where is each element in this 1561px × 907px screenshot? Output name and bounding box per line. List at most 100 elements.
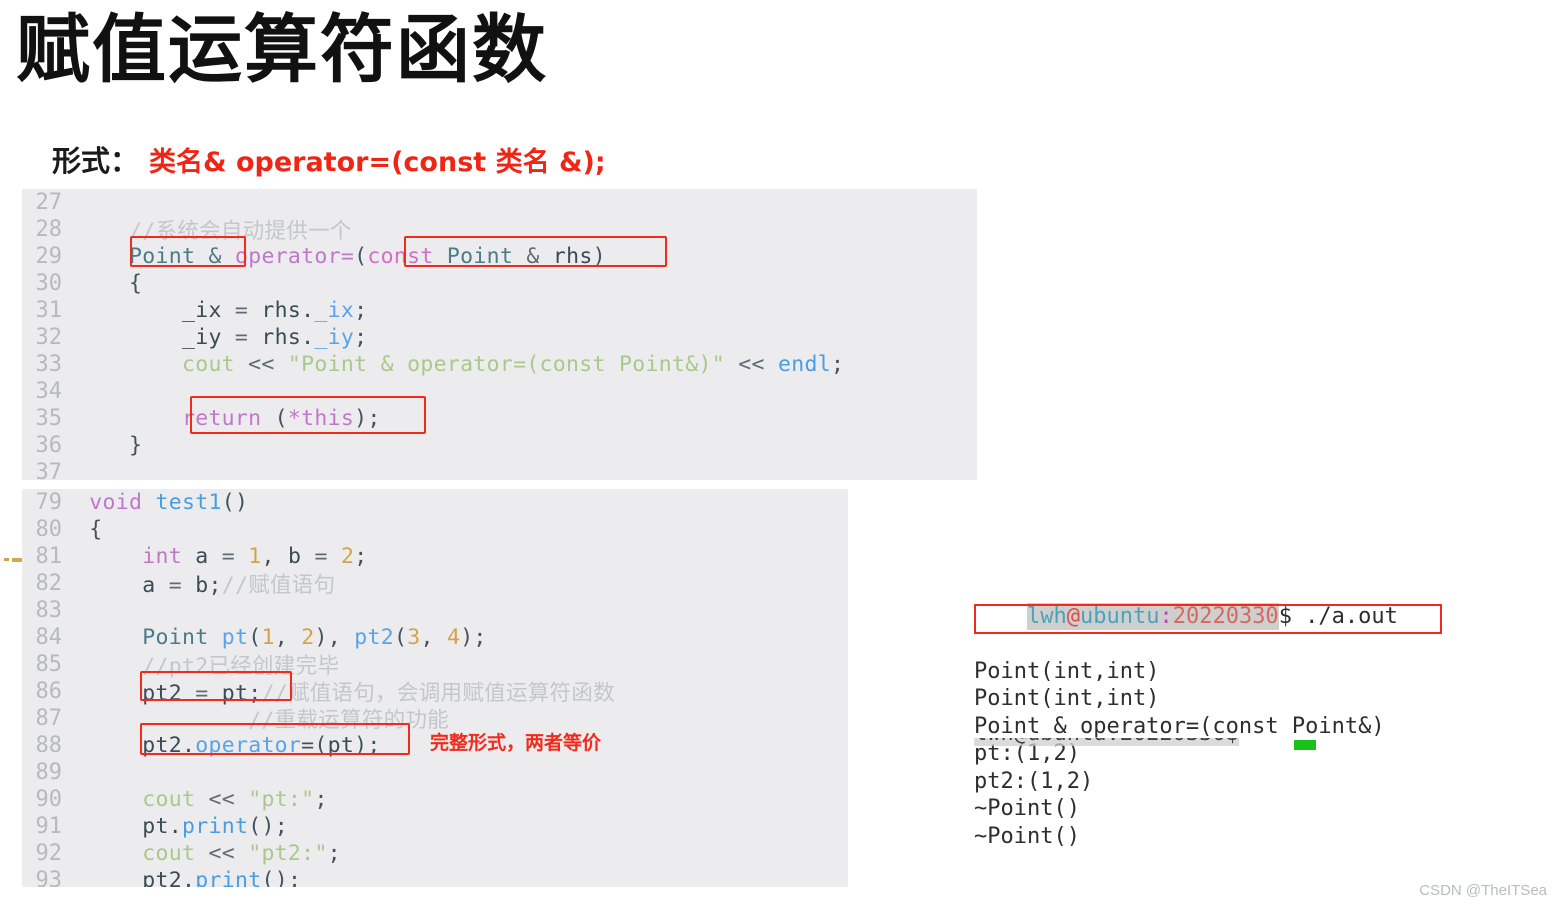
code-token: ; bbox=[354, 298, 368, 323]
code-token: //系统会自动提供一个 bbox=[128, 219, 352, 244]
terminal-line: ~Point() bbox=[974, 796, 1080, 821]
code-token: ( bbox=[393, 625, 408, 650]
line-number: 89 bbox=[35, 760, 63, 785]
code-token: ( bbox=[248, 625, 262, 650]
code-line: 30 { bbox=[22, 270, 977, 297]
code-token: //重载运算符的功能 bbox=[248, 708, 450, 733]
code-token: } bbox=[128, 433, 143, 458]
fold-marker-dot bbox=[4, 558, 9, 561]
line-number: 86 bbox=[35, 679, 63, 704]
code-token: rhs. bbox=[261, 298, 315, 323]
line-number: 37 bbox=[35, 460, 63, 480]
code-token: endl bbox=[777, 352, 831, 377]
code-line: 29 Point & operator=(const Point & rhs) bbox=[22, 243, 977, 270]
code-token: 2 bbox=[301, 625, 315, 650]
code-text: _ix = rhs._ix; bbox=[76, 298, 367, 323]
code-line: 92 cout << "pt2:"; bbox=[22, 840, 848, 867]
code-line: 81 int a = 1, b = 2; bbox=[22, 543, 848, 570]
code-text: //系统会自动提供一个 bbox=[76, 214, 352, 245]
code-text: pt2.operator=(pt); bbox=[76, 733, 381, 758]
line-number: 82 bbox=[35, 571, 63, 596]
line-number: 33 bbox=[35, 352, 63, 377]
line-number: 32 bbox=[35, 325, 63, 350]
code-token: ( bbox=[274, 406, 288, 431]
code-token: , bbox=[261, 544, 288, 569]
terminal-colon: : bbox=[1159, 603, 1173, 629]
code-token: "Point & operator=(const Point&)" bbox=[287, 352, 725, 377]
code-token: () bbox=[221, 490, 249, 515]
code-token: =( bbox=[301, 733, 328, 758]
code-line: 83 bbox=[22, 597, 848, 624]
code-line: 84 Point pt(1, 2), pt2(3, 4); bbox=[22, 624, 848, 651]
code-token: ; bbox=[208, 573, 222, 598]
code-token: int bbox=[142, 544, 182, 569]
fold-marker-dash bbox=[11, 557, 22, 562]
code-token: { bbox=[89, 517, 103, 542]
line-number: 79 bbox=[35, 490, 63, 515]
code-text: cout << "pt2:"; bbox=[76, 841, 341, 866]
code-block-operator-definition[interactable]: 27 28 //系统会自动提供一个 29 Point & operator=(con… bbox=[22, 189, 977, 480]
code-token: << bbox=[234, 352, 288, 377]
fold-marker-icon bbox=[0, 555, 22, 564]
line-number: 88 bbox=[35, 733, 63, 758]
line-number: 27 bbox=[35, 190, 63, 215]
code-token: "pt2:" bbox=[248, 841, 328, 866]
terminal-host: ubuntu bbox=[1079, 603, 1160, 629]
terminal-dollar: $ bbox=[1278, 603, 1292, 629]
code-token: Point bbox=[142, 625, 209, 650]
code-token: ; bbox=[354, 544, 368, 569]
line-number: 87 bbox=[35, 706, 63, 731]
form-line: 形式： 类名& operator=(const 类名 &); bbox=[52, 138, 606, 180]
code-token: ; bbox=[314, 787, 328, 812]
code-token: Point bbox=[446, 244, 514, 269]
code-token: b bbox=[195, 573, 209, 598]
terminal-prompt-line: lwh@ubuntu:20220330$ ./a.out bbox=[974, 575, 1494, 630]
terminal-line: ~Point() bbox=[974, 823, 1080, 849]
terminal-prompt: lwh@ubuntu:20220330 bbox=[1026, 602, 1279, 630]
code-token: a bbox=[195, 544, 209, 569]
code-token: print bbox=[195, 868, 262, 887]
code-text: cout << "pt:"; bbox=[76, 787, 328, 812]
code-block-test1[interactable]: 79 void test1() 80 {81 int a = 1, b = 2; 8… bbox=[22, 489, 848, 887]
code-token: 1 bbox=[248, 544, 262, 569]
terminal-clipped-prompt: lwh@ubuntu:20220330$ bbox=[974, 738, 1314, 749]
code-lines-1: 27 28 //系统会自动提供一个 29 Point & operator=(con… bbox=[22, 189, 977, 480]
code-token: operator bbox=[195, 733, 302, 758]
code-token: cout bbox=[142, 787, 196, 812]
code-line: 27 bbox=[22, 189, 977, 216]
code-text: Point pt(1, 2), pt2(3, 4); bbox=[76, 625, 487, 650]
code-token: ); bbox=[460, 625, 487, 650]
code-line: 34 bbox=[22, 378, 977, 405]
terminal-output[interactable]: lwh@ubuntu:20220330$ ./a.out Point(int,i… bbox=[974, 520, 1494, 878]
code-token: _iy bbox=[314, 325, 355, 350]
line-number: 80 bbox=[35, 517, 63, 542]
code-token: pt bbox=[327, 733, 355, 758]
code-text: { bbox=[76, 517, 103, 542]
code-token: << bbox=[195, 787, 249, 812]
code-token: pt2. bbox=[142, 733, 196, 758]
code-token: ; bbox=[354, 325, 368, 350]
line-number: 83 bbox=[35, 598, 63, 623]
code-token: operator= bbox=[234, 244, 355, 269]
terminal-path: 20220330 bbox=[1172, 603, 1279, 629]
code-token: pt. bbox=[142, 814, 182, 839]
code-token: const bbox=[367, 244, 434, 269]
code-token: = bbox=[301, 544, 341, 569]
terminal-cursor bbox=[1294, 740, 1316, 750]
terminal-line: Point(int,int) bbox=[974, 658, 1160, 684]
line-number: 85 bbox=[35, 652, 63, 677]
code-token: pt2. bbox=[142, 868, 196, 887]
terminal-output-lines: Point(int,int) Point(int,int) Point & oper… bbox=[974, 658, 1494, 851]
code-text: Point & operator=(const Point & rhs) bbox=[76, 244, 606, 269]
